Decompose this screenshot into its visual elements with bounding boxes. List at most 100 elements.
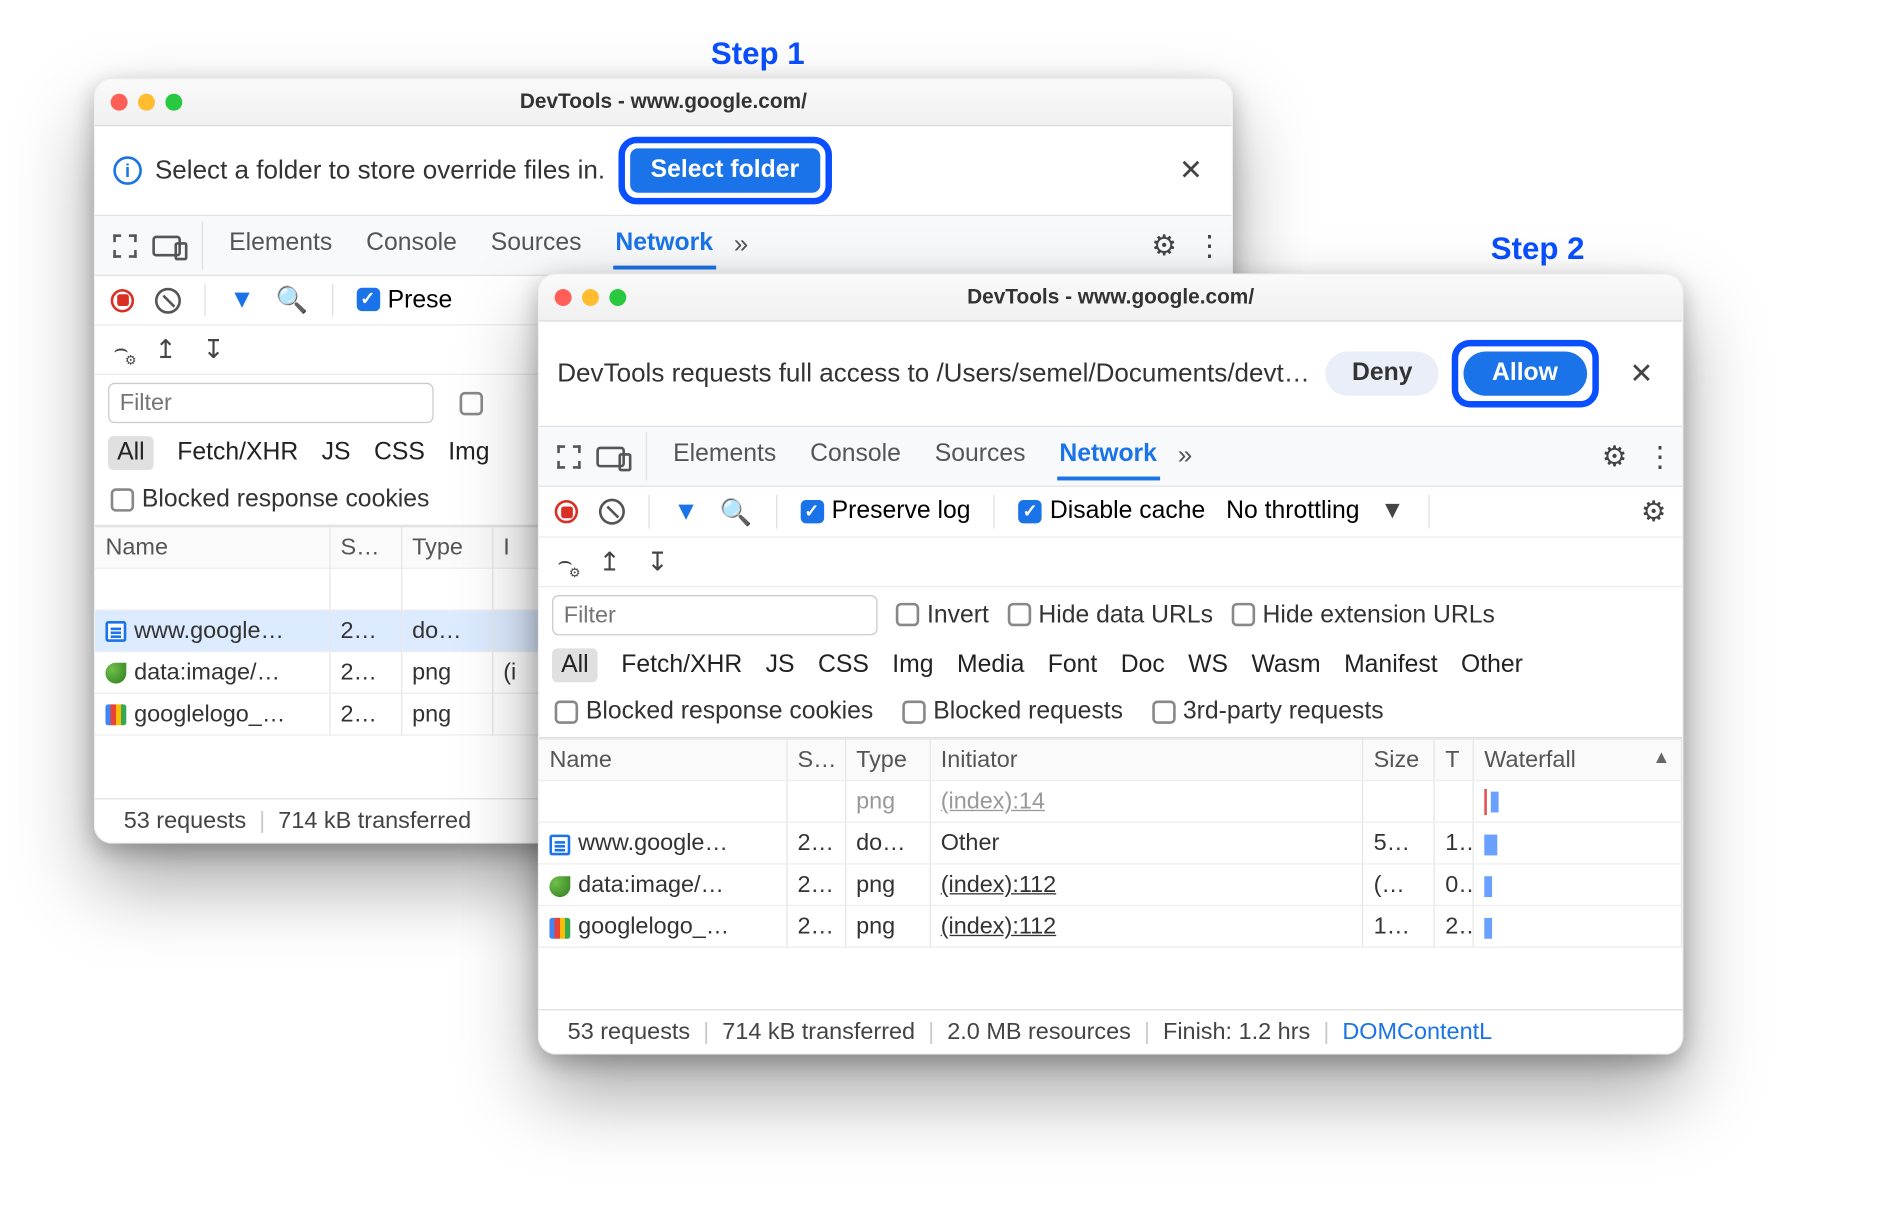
upload-icon[interactable]: ↥ <box>599 546 621 579</box>
col-status[interactable]: S… <box>786 739 845 781</box>
tab-elements[interactable]: Elements <box>227 221 335 269</box>
devtools-tabs: Elements Console Sources Network » ⚙ ⋮ <box>539 427 1682 487</box>
search-icon[interactable]: 🔍 <box>720 495 752 528</box>
col-time[interactable]: T <box>1434 739 1473 781</box>
hide-data-urls-toggle[interactable]: Hide data URLs <box>1007 601 1213 630</box>
device-toggle-icon[interactable] <box>596 446 625 467</box>
clear-icon[interactable] <box>155 287 181 313</box>
filter-other[interactable]: Other <box>1461 651 1523 680</box>
inspect-icon[interactable] <box>557 445 580 468</box>
filter-input[interactable] <box>552 595 878 635</box>
kebab-menu-icon[interactable]: ⋮ <box>1646 439 1672 473</box>
filter-icon[interactable]: ▼ <box>229 285 255 315</box>
device-toggle-icon[interactable] <box>152 235 181 256</box>
col-type[interactable]: Type <box>845 739 930 781</box>
tab-console[interactable]: Console <box>364 221 460 269</box>
filter-manifest[interactable]: Manifest <box>1344 651 1437 680</box>
throttling-select[interactable]: No throttling ▼ <box>1226 497 1405 526</box>
hide-ext-urls-toggle[interactable]: Hide extension URLs <box>1231 601 1495 630</box>
close-dot-icon[interactable] <box>555 289 572 306</box>
filter-media[interactable]: Media <box>957 651 1024 680</box>
zoom-dot-icon[interactable] <box>609 289 626 306</box>
inspect-icon[interactable] <box>113 234 136 257</box>
download-icon[interactable]: ↧ <box>203 333 225 366</box>
filter-font[interactable]: Font <box>1048 651 1098 680</box>
tab-network[interactable]: Network <box>1057 432 1160 480</box>
filter-fetchxhr[interactable]: Fetch/XHR <box>177 439 298 468</box>
filter-input[interactable] <box>108 383 434 423</box>
record-icon[interactable] <box>555 500 578 523</box>
minimize-dot-icon[interactable] <box>582 289 599 306</box>
filter-all[interactable]: All <box>552 648 598 682</box>
filter-css[interactable]: CSS <box>374 439 425 468</box>
network-conditions-icon[interactable]: ⌢ <box>113 336 128 363</box>
blocked-cookies-toggle[interactable]: Blocked response cookies <box>111 486 430 515</box>
table-row[interactable]: www.google… 2… do… Other 5… 1. <box>539 823 1682 865</box>
clear-icon[interactable] <box>599 499 625 525</box>
blocked-requests-toggle[interactable]: Blocked requests <box>902 698 1123 727</box>
col-name[interactable]: Name <box>539 739 786 781</box>
chevron-down-icon: ▼ <box>1380 497 1404 524</box>
select-folder-button[interactable]: Select folder <box>630 148 820 192</box>
col-initiator[interactable]: Initiator <box>930 739 1363 781</box>
settings-gear-icon[interactable]: ⚙ <box>1602 439 1628 473</box>
search-icon[interactable]: 🔍 <box>276 284 308 317</box>
deny-button[interactable]: Deny <box>1326 352 1439 396</box>
settings-gear-icon[interactable]: ⚙ <box>1151 229 1177 263</box>
tab-elements[interactable]: Elements <box>671 432 779 480</box>
minimize-dot-icon[interactable] <box>138 94 155 111</box>
filter-doc[interactable]: Doc <box>1121 651 1165 680</box>
filter-ws[interactable]: WS <box>1188 651 1228 680</box>
col-type[interactable]: Type <box>401 527 492 569</box>
disable-cache-toggle[interactable]: Disable cache <box>1019 497 1206 526</box>
document-icon <box>549 834 570 855</box>
network-conditions-icon[interactable]: ⌢ <box>557 548 572 575</box>
col-status[interactable]: S… <box>329 527 401 569</box>
record-icon[interactable] <box>111 288 134 311</box>
tab-network[interactable]: Network <box>613 221 716 269</box>
tab-sources[interactable]: Sources <box>488 221 584 269</box>
preserve-checkbox[interactable] <box>356 288 379 311</box>
zoom-dot-icon[interactable] <box>165 94 182 111</box>
table-row-clipped[interactable]: png (index):14 <box>539 781 1682 823</box>
col-waterfall[interactable]: Waterfall▲ <box>1473 739 1681 781</box>
blocked-cookies-toggle[interactable]: Blocked response cookies <box>555 698 874 727</box>
image-icon <box>105 663 126 684</box>
filter-img[interactable]: Img <box>892 651 933 680</box>
close-icon[interactable]: ✕ <box>1619 352 1664 396</box>
more-tabs-icon[interactable]: » <box>734 230 748 260</box>
table-row[interactable]: googlelogo_… 2… png (index):112 1… 2. <box>539 906 1682 948</box>
override-infobar: i Select a folder to store override file… <box>95 126 1232 216</box>
preserve-log-toggle[interactable]: Preserve log <box>800 497 970 526</box>
close-icon[interactable]: ✕ <box>1169 148 1214 192</box>
traffic-lights[interactable] <box>555 289 627 306</box>
filter-wasm[interactable]: Wasm <box>1251 651 1320 680</box>
more-tabs-icon[interactable]: » <box>1178 441 1192 471</box>
filter-icon[interactable]: ▼ <box>673 497 699 527</box>
network-toolbar-2: ⌢ ↥ ↧ <box>539 538 1682 587</box>
invert-toggle[interactable]: Invert <box>896 601 989 630</box>
table-row[interactable]: data:image/… 2… png (index):112 (… 0. <box>539 864 1682 906</box>
titlebar: DevTools - www.google.com/ <box>539 275 1682 322</box>
upload-icon[interactable]: ↥ <box>155 333 177 366</box>
filter-all[interactable]: All <box>108 436 154 470</box>
kebab-menu-icon[interactable]: ⋮ <box>1195 229 1221 263</box>
filter-js[interactable]: JS <box>766 651 795 680</box>
download-icon[interactable]: ↧ <box>647 546 669 579</box>
tab-console[interactable]: Console <box>808 432 904 480</box>
status-domcontentloaded[interactable]: DOMContentL <box>1329 1018 1505 1045</box>
col-name[interactable]: Name <box>95 527 329 569</box>
filter-js[interactable]: JS <box>322 439 351 468</box>
preserve-log-clipped[interactable]: Prese <box>356 286 452 315</box>
filter-fetchxhr[interactable]: Fetch/XHR <box>621 651 742 680</box>
third-party-toggle[interactable]: 3rd-party requests <box>1152 698 1384 727</box>
filter-css[interactable]: CSS <box>818 651 869 680</box>
allow-button[interactable]: Allow <box>1463 352 1586 396</box>
filter-img[interactable]: Img <box>448 439 489 468</box>
close-dot-icon[interactable] <box>111 94 128 111</box>
invert-checkbox-clipped[interactable] <box>460 391 483 414</box>
traffic-lights[interactable] <box>111 94 183 111</box>
tab-sources[interactable]: Sources <box>932 432 1028 480</box>
network-settings-icon[interactable]: ⚙ <box>1641 495 1667 529</box>
col-size[interactable]: Size <box>1363 739 1435 781</box>
